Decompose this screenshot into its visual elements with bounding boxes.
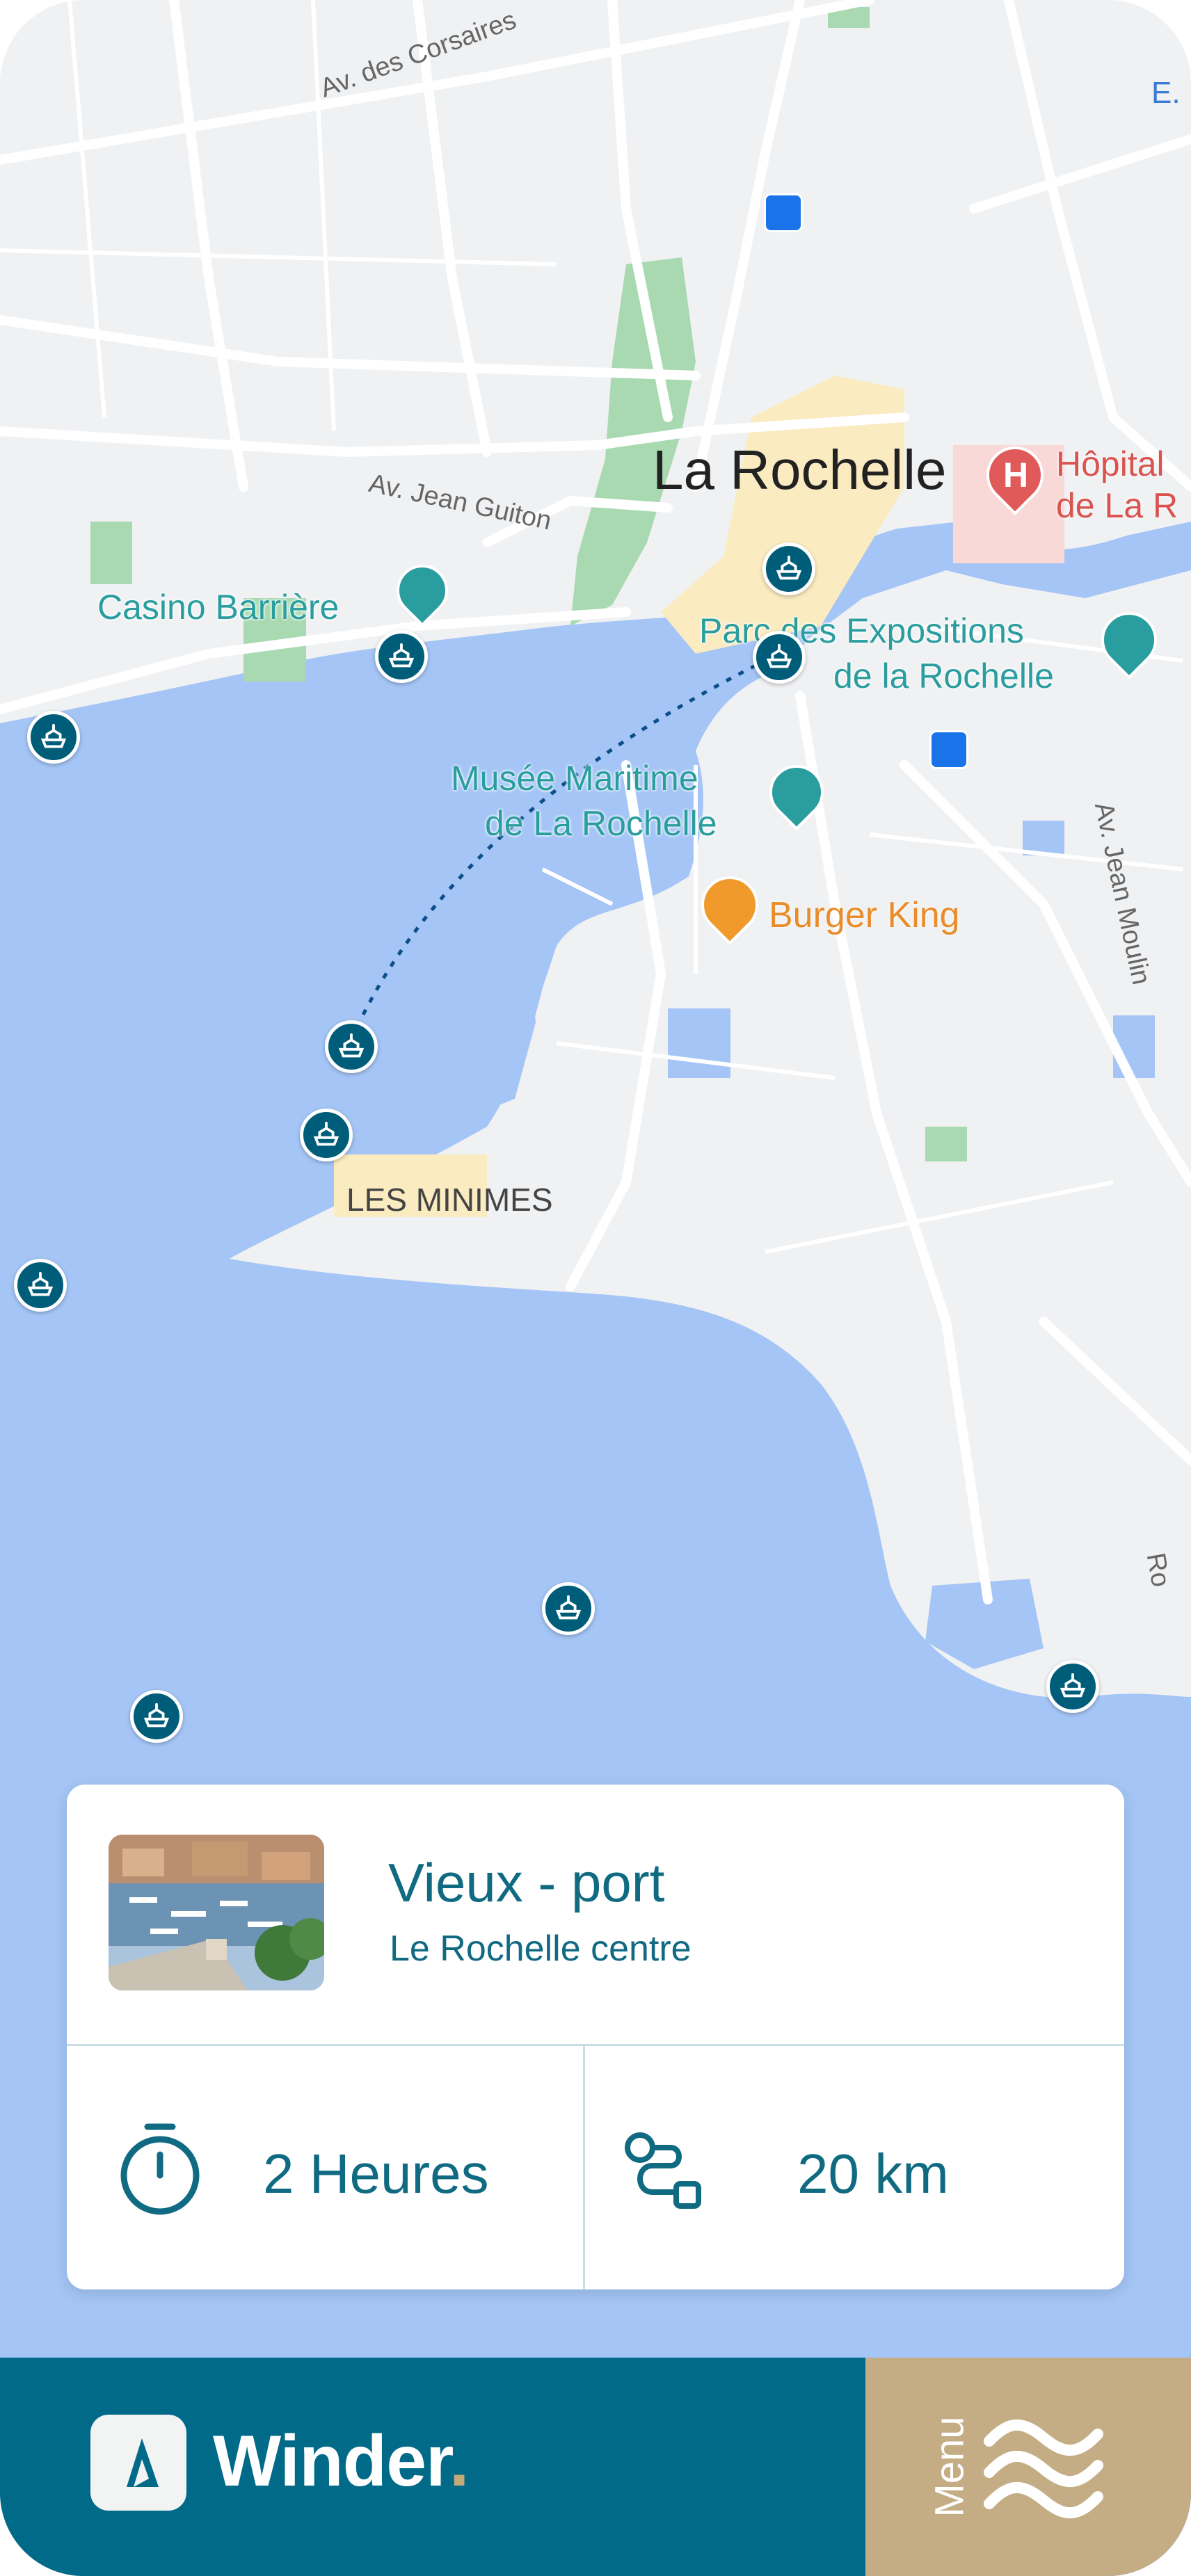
les-minimes-label: LES MINIMES [346, 1182, 553, 1218]
boat-icon [27, 1271, 54, 1296]
map-basin-small [668, 1008, 730, 1078]
menu-text: Menu [927, 2416, 973, 2518]
brand-dot: . [449, 2421, 470, 2502]
city-label: La Rochelle [653, 439, 947, 501]
app-screen: La Rochelle Av. des Corsaires Av. Jean G… [0, 0, 1191, 2576]
boat-icon [766, 643, 792, 668]
port-photo [109, 1835, 324, 1990]
map-park-5 [925, 1127, 967, 1161]
hospital-label-line1[interactable]: Hôpital [1056, 445, 1165, 483]
boat-icon [313, 1121, 339, 1146]
port-pin-selected[interactable] [753, 631, 806, 684]
port-pin[interactable] [542, 1582, 595, 1635]
boat-icon [776, 555, 802, 580]
port-pin[interactable] [130, 1690, 183, 1743]
boat-icon [1060, 1673, 1086, 1698]
street-label-edge-top: E. [1151, 76, 1181, 110]
map-park-2 [90, 522, 132, 584]
port-thumbnail [109, 1835, 324, 1990]
port-pin[interactable] [1046, 1660, 1099, 1713]
port-title: Vieux - port [388, 1852, 665, 1913]
card-divider-vertical [583, 2046, 585, 2289]
museum-label-line1[interactable]: Musée Maritime [451, 759, 698, 798]
port-pin[interactable] [27, 711, 80, 764]
card-divider [67, 2044, 1124, 2046]
expo-label-line1[interactable]: Parc des Expositions [699, 612, 1024, 650]
port-subtitle: Le Rochelle centre [390, 1929, 692, 1969]
boat-icon [388, 643, 415, 668]
boat-icon [338, 1033, 365, 1058]
port-info-card[interactable]: Vieux - port Le Rochelle centre 2 Heures… [67, 1785, 1124, 2289]
waves-menu-icon[interactable] [981, 2413, 1106, 2525]
port-pin[interactable] [300, 1109, 353, 1161]
port-pin[interactable] [762, 542, 815, 595]
brand-text: Winder [213, 2421, 450, 2502]
bus-stop-icon[interactable] [929, 730, 968, 769]
boat-icon [40, 723, 67, 748]
duration-value: 2 Heures [263, 2143, 489, 2205]
boat-icon [555, 1595, 582, 1620]
brand-name: Winder. [213, 2420, 470, 2503]
street-label-edge-right: Ro [1140, 1550, 1176, 1589]
port-pin[interactable] [325, 1020, 378, 1073]
train-station-icon[interactable] [764, 193, 803, 232]
stopwatch-icon [120, 2123, 200, 2215]
route-icon [625, 2132, 701, 2209]
casino-label[interactable]: Casino Barrière [97, 588, 339, 627]
distance-value: 20 km [797, 2143, 949, 2205]
logo-mark [127, 2438, 159, 2487]
menu-label[interactable]: Menu [925, 2408, 974, 2526]
hospital-letter-icon: H [1003, 456, 1029, 494]
port-pin[interactable] [14, 1259, 67, 1312]
museum-label-line2[interactable]: de La Rochelle [485, 805, 717, 843]
boat-icon [143, 1702, 170, 1728]
port-pin[interactable] [375, 630, 428, 683]
winder-logo-icon [90, 2415, 186, 2511]
hospital-label-line2[interactable]: de La R [1056, 487, 1178, 525]
expo-label-line2[interactable]: de la Rochelle [833, 657, 1054, 695]
bottom-bar: Winder. Menu [0, 2358, 1191, 2576]
burger-king-label[interactable]: Burger King [769, 895, 960, 935]
